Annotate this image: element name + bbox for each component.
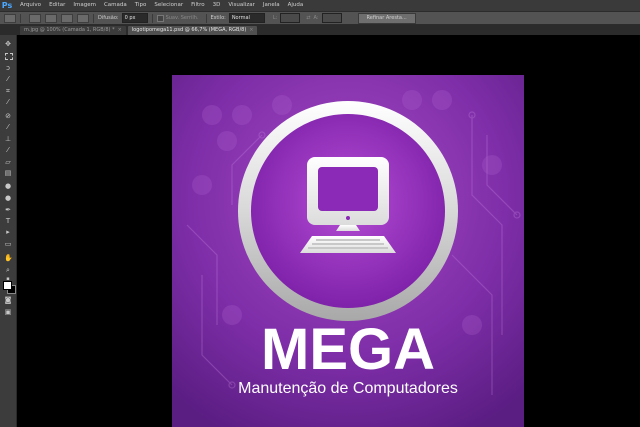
lasso-tool-icon[interactable]: ↄ: [4, 65, 12, 72]
foreground-color-swatch[interactable]: [3, 281, 12, 290]
keyboard-keys: [308, 239, 388, 249]
menu-3d[interactable]: 3D: [213, 0, 221, 11]
intersect-selection-icon[interactable]: [77, 13, 89, 23]
marquee-tool-icon[interactable]: [5, 53, 13, 60]
menu-help[interactable]: Ajuda: [288, 0, 304, 11]
add-selection-icon[interactable]: [45, 13, 57, 23]
options-bar: Difusão: 0 px Suav. Serrilh. Estilo: Nor…: [0, 11, 640, 25]
healing-tool-icon[interactable]: ⊘: [4, 113, 12, 120]
eyedropper-tool-icon[interactable]: ⁄: [4, 99, 12, 106]
zoom-tool-icon[interactable]: ⌕: [4, 267, 12, 274]
photoshop-logo-icon: Ps: [1, 1, 13, 10]
width-label: L:: [272, 15, 278, 21]
width-input[interactable]: [280, 13, 301, 23]
move-tool-icon[interactable]: ✥: [4, 41, 12, 48]
menu-filter[interactable]: Filtro: [191, 0, 204, 11]
tab-document-1[interactable]: m.jpg @ 100% (Camada 1, RGB/8) * ×: [20, 26, 126, 35]
document-tab-bar: m.jpg @ 100% (Camada 1, RGB/8) * × logoti…: [0, 25, 640, 35]
tab-label: logotipomega11.psd @ 66,7% (MEGA, RGB/8): [131, 27, 247, 33]
quick-mask-icon[interactable]: ◙: [4, 297, 12, 304]
feather-input[interactable]: 0 px: [121, 13, 148, 23]
divider: [151, 13, 153, 23]
screen-mode-icon[interactable]: ▣: [4, 309, 12, 316]
logo-title: MEGA: [261, 317, 435, 382]
antialias-label: Suav. Serrilh.: [165, 15, 199, 21]
gradient-tool-icon[interactable]: ▤: [4, 170, 12, 177]
blur-tool-icon[interactable]: ●: [4, 183, 12, 190]
menu-type[interactable]: Tipo: [135, 0, 147, 11]
height-label: A:: [313, 15, 319, 21]
menu-window[interactable]: Janela: [263, 0, 280, 11]
divider: [93, 13, 94, 23]
mega-logo-artwork: MEGA Manutenção de Computadores: [172, 75, 524, 427]
close-icon[interactable]: ×: [118, 27, 122, 33]
dodge-tool-icon[interactable]: ●: [4, 195, 12, 202]
menu-bar: Ps Arquivo Editar Imagem Camada Tipo Sel…: [0, 0, 640, 11]
pen-tool-icon[interactable]: ✒: [4, 207, 12, 214]
style-label: Estilo:: [210, 15, 226, 21]
type-tool-icon[interactable]: T: [4, 218, 12, 225]
hand-tool-icon[interactable]: ✋: [4, 255, 13, 262]
menu-select[interactable]: Selecionar: [154, 0, 183, 11]
new-selection-icon[interactable]: [29, 13, 41, 23]
clone-stamp-tool-icon[interactable]: ⊥: [4, 136, 12, 143]
close-icon[interactable]: ×: [249, 27, 253, 33]
swap-icon[interactable]: ⇄: [306, 15, 310, 21]
history-brush-tool-icon[interactable]: ⁄: [4, 147, 12, 154]
crop-tool-icon[interactable]: ⌗: [4, 88, 12, 95]
feather-label: Difusão:: [98, 15, 119, 21]
path-select-tool-icon[interactable]: ▸: [4, 229, 12, 236]
tab-label: m.jpg @ 100% (Camada 1, RGB/8) *: [24, 27, 115, 33]
menu-view[interactable]: Visualizar: [228, 0, 254, 11]
antialias-checkbox[interactable]: [156, 14, 164, 22]
menu-edit[interactable]: Editar: [49, 0, 65, 11]
monitor-screen: [318, 167, 378, 211]
computer-icon: [300, 157, 396, 253]
power-led: [346, 216, 350, 220]
document-artwork: MEGA Manutenção de Computadores: [172, 75, 524, 427]
monitor-stand: [336, 225, 360, 231]
style-select[interactable]: Normal: [228, 13, 265, 23]
divider: [205, 13, 207, 23]
marquee-tool-preset-icon[interactable]: [4, 13, 16, 23]
brush-tool-icon[interactable]: ⁄: [4, 124, 12, 131]
quick-select-tool-icon[interactable]: ⁄: [4, 76, 12, 83]
menu-file[interactable]: Arquivo: [20, 0, 41, 11]
tab-document-2[interactable]: logotipomega11.psd @ 66,7% (MEGA, RGB/8)…: [127, 26, 258, 35]
logo-subtitle: Manutenção de Computadores: [238, 380, 458, 397]
height-input[interactable]: [321, 13, 342, 23]
menu-layer[interactable]: Camada: [104, 0, 127, 11]
tools-panel: ✥ ↄ ⁄ ⌗ ⁄ ⊘ ⁄ ⊥ ⁄ ▱ ▤ ● ● ✒ T ▸ ▭ ✋ ⌕ ▪ …: [0, 35, 17, 427]
divider: [20, 13, 21, 23]
eraser-tool-icon[interactable]: ▱: [4, 159, 12, 166]
subtract-selection-icon[interactable]: [61, 13, 73, 23]
refine-edge-button[interactable]: Refinar Aresta...: [357, 12, 416, 24]
shape-tool-icon[interactable]: ▭: [4, 241, 12, 248]
menu-image[interactable]: Imagem: [73, 0, 96, 11]
